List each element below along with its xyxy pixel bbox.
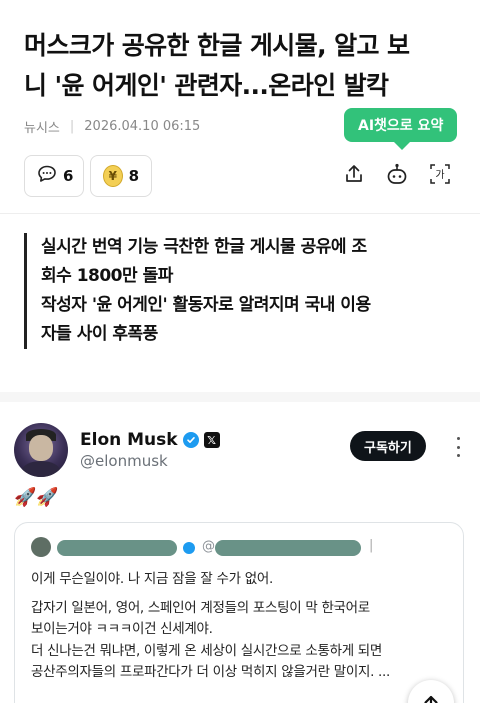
arrow-up-icon [424,695,438,703]
quoted-line-5: 공산주의자들의 프로파간다가 더 이상 먹히지 않을거란 말이지. ... [31,664,391,680]
quoted-author-avatar [31,537,51,557]
coin-count: 8 [128,167,139,185]
summary-line-4: 자들 사이 후폭풍 [41,324,158,344]
quoted-verified-icon [183,542,195,554]
author-avatar[interactable] [14,423,68,477]
article-meta: 뉴시스 | 2026.04.10 06:15 [24,117,200,136]
author-name[interactable]: Elon Musk [80,430,178,450]
ai-summary-tooltip[interactable]: AI챗으로 요약 [344,108,458,150]
tweet-text: 🚀🚀 [14,487,59,508]
redacted-name [57,540,177,556]
article-title-line-2: 니 '윤 어게인' 관련자...온라인 발칵 [24,71,389,100]
summary-line-1: 실시간 번역 기능 극찬한 한글 게시물 공유에 조 [41,237,367,257]
summary-line-2: 회수 1800만 돌파 [41,266,173,286]
comment-icon [37,164,57,188]
quoted-handle-prefix: @ [202,539,215,554]
author-handle[interactable]: @elonmusk [80,452,168,470]
quoted-line-2: 갑자기 일본어, 영어, 스페인어 계정들의 포스팅이 막 한국어로 [31,599,370,616]
quoted-tweet-card[interactable]: @ | 이게 무슨일이야. 나 지금 잠을 잘 수가 없어. 갑자기 일본어, … [14,522,464,703]
meta-separator: | [69,119,75,134]
redacted-handle [215,540,361,556]
article-title-line-1: 머스크가 공유한 한글 게시물, 알고 보 [24,31,410,60]
summary-line-3: 작성자 '윤 어게인' 활동자로 알려지며 국내 이용 [41,295,371,315]
article-title: 머스크가 공유한 한글 게시물, 알고 보 니 '윤 어게인' 관련자...온라… [24,26,464,106]
font-size-label: 가 [435,169,444,181]
article-summary: 실시간 번역 기능 극찬한 한글 게시물 공유에 조 회수 1800만 돌파 작… [24,233,460,349]
quoted-line-1: 이게 무슨일이야. 나 지금 잠을 잘 수가 없어. [31,571,273,587]
comments-button[interactable]: 6 [24,155,84,197]
coin-icon: ¥ [103,165,123,187]
quoted-line-4: 더 신나는건 뭐냐면, 이렇게 온 세상이 실시간으로 소통하게 되면 [31,642,383,659]
article-date: 2026.04.10 06:15 [84,119,201,134]
article-source[interactable]: 뉴시스 [24,117,60,136]
quoted-separator: | [369,538,374,553]
ai-summary-button[interactable]: AI챗으로 요약 [344,108,458,150]
verified-badge-icon [182,432,199,448]
header-divider [0,213,480,214]
x-logo-icon: 𝕏 [203,432,220,448]
embed-separator [0,392,480,402]
more-options-icon[interactable] [451,437,465,457]
font-size-icon: 가 [430,164,450,184]
share-icon[interactable] [340,160,368,188]
comment-count: 6 [63,167,74,185]
quoted-line-3: 보이는거야 ㅋㅋㅋ이건 신세계야. [31,621,213,637]
quoted-tweet-body: 이게 무슨일이야. 나 지금 잠을 잘 수가 없어. 갑자기 일본어, 영어, … [31,569,451,684]
chatbot-icon[interactable] [383,160,411,188]
coin-button[interactable]: ¥ 8 [90,155,152,197]
font-size-button[interactable]: 가 [426,160,454,188]
subscribe-button[interactable]: 구독하기 [350,431,426,461]
author-name-row[interactable]: Elon Musk 𝕏 [80,430,220,450]
